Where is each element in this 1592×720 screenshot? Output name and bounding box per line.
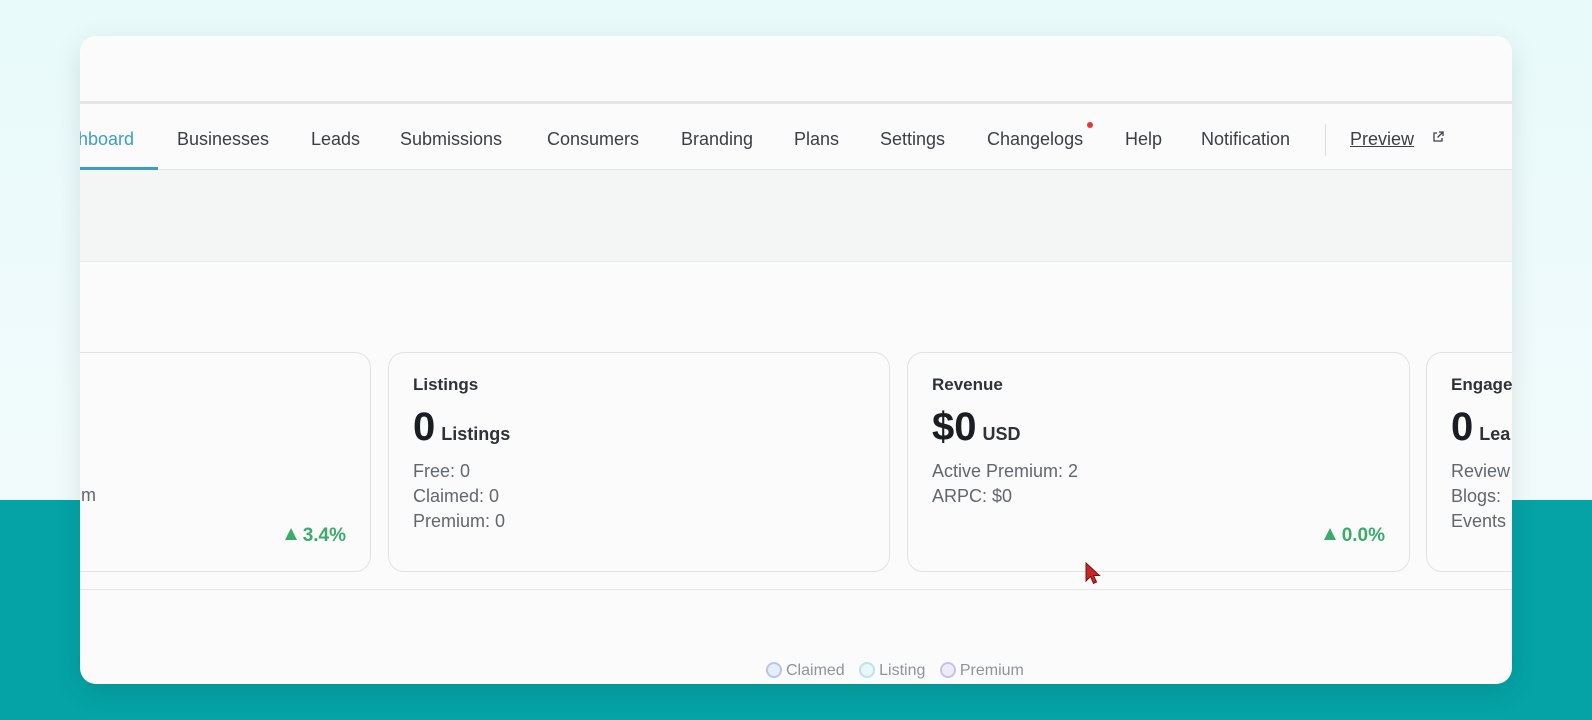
tab-notification[interactable]: Notification bbox=[1201, 108, 1290, 170]
tab-submissions[interactable]: Submissions bbox=[400, 108, 502, 170]
active-premium-count: Active Premium: 2 bbox=[932, 461, 1079, 481]
engagement-card: Engage 0 Lea Review Blogs: Events bbox=[1426, 352, 1512, 572]
tab-settings[interactable]: Settings bbox=[880, 108, 945, 170]
preview-link[interactable]: Preview bbox=[1350, 108, 1414, 170]
revenue-card: Revenue $0 USD Active Premium: 2 ARPC: $0… bbox=[907, 352, 1410, 572]
legend-premium[interactable]: Premium bbox=[939, 662, 1024, 680]
revenue-currency: USD bbox=[982, 424, 1021, 444]
tab-consumers[interactable]: Consumers bbox=[547, 108, 639, 170]
legend-listing-swatch bbox=[859, 662, 876, 678]
section-divider bbox=[80, 589, 1512, 590]
card-value: $0 USD bbox=[932, 405, 1021, 450]
card-trend: 3.4% bbox=[284, 525, 346, 547]
card-title: Revenue bbox=[932, 375, 1003, 394]
tab-branding[interactable]: Branding bbox=[681, 108, 753, 170]
revenue-amount: $0 bbox=[932, 405, 977, 449]
listings-unit: Listings bbox=[441, 424, 511, 444]
external-link-icon[interactable] bbox=[1432, 131, 1444, 143]
card-value: 0 Lea bbox=[1451, 405, 1510, 450]
listings-count: 0 bbox=[413, 405, 436, 449]
premium-count: Premium: 0 bbox=[413, 511, 506, 531]
legend-claimed-swatch bbox=[766, 662, 782, 678]
card-title: Engage bbox=[1451, 375, 1512, 394]
trend-up-icon bbox=[1323, 528, 1336, 540]
top-bar bbox=[80, 36, 1512, 104]
legend-claimed[interactable]: Claimed bbox=[766, 662, 845, 680]
card-title: Listings bbox=[413, 375, 479, 394]
main-nav: hboard Businesses Leads Submissions Cons… bbox=[80, 108, 1512, 170]
card-value: 0 Listings bbox=[413, 405, 510, 450]
app-window: hboard Businesses Leads Submissions Cons… bbox=[80, 36, 1512, 684]
card-partial-text: m bbox=[81, 485, 96, 505]
tab-help[interactable]: Help bbox=[1125, 108, 1162, 170]
changelog-notification-dot bbox=[1087, 122, 1093, 128]
mouse-cursor-icon bbox=[1085, 562, 1101, 585]
claimed-count: Claimed: 0 bbox=[413, 486, 500, 506]
arpc-value: ARPC: $0 bbox=[932, 486, 1013, 506]
nav-separator bbox=[1325, 124, 1326, 156]
free-count: Free: 0 bbox=[413, 461, 471, 481]
legend-premium-swatch bbox=[939, 662, 956, 678]
listings-card: Listings 0 Listings Free: 0 Claimed: 0 Pr… bbox=[388, 352, 890, 572]
tab-leads[interactable]: Leads bbox=[311, 108, 360, 170]
card-trend: 0.0% bbox=[1323, 525, 1385, 547]
tab-plans[interactable]: Plans bbox=[794, 108, 839, 170]
engagement-count: 0 bbox=[1451, 405, 1474, 449]
events-count: Events bbox=[1451, 511, 1507, 531]
engagement-unit: Lea bbox=[1479, 424, 1511, 444]
stat-card-partial: m 3.4% bbox=[80, 352, 371, 572]
chart-legend: Claimed Listing Premium bbox=[766, 662, 1034, 680]
tab-dashboard[interactable]: hboard bbox=[80, 108, 134, 170]
reviews-count: Review bbox=[1451, 461, 1511, 481]
tab-businesses[interactable]: Businesses bbox=[177, 108, 269, 170]
tab-changelogs[interactable]: Changelogs bbox=[987, 108, 1083, 170]
legend-listing[interactable]: Listing bbox=[859, 662, 925, 680]
blogs-count: Blogs: bbox=[1451, 486, 1502, 506]
filter-bar bbox=[80, 170, 1512, 262]
trend-up-icon bbox=[284, 528, 297, 540]
